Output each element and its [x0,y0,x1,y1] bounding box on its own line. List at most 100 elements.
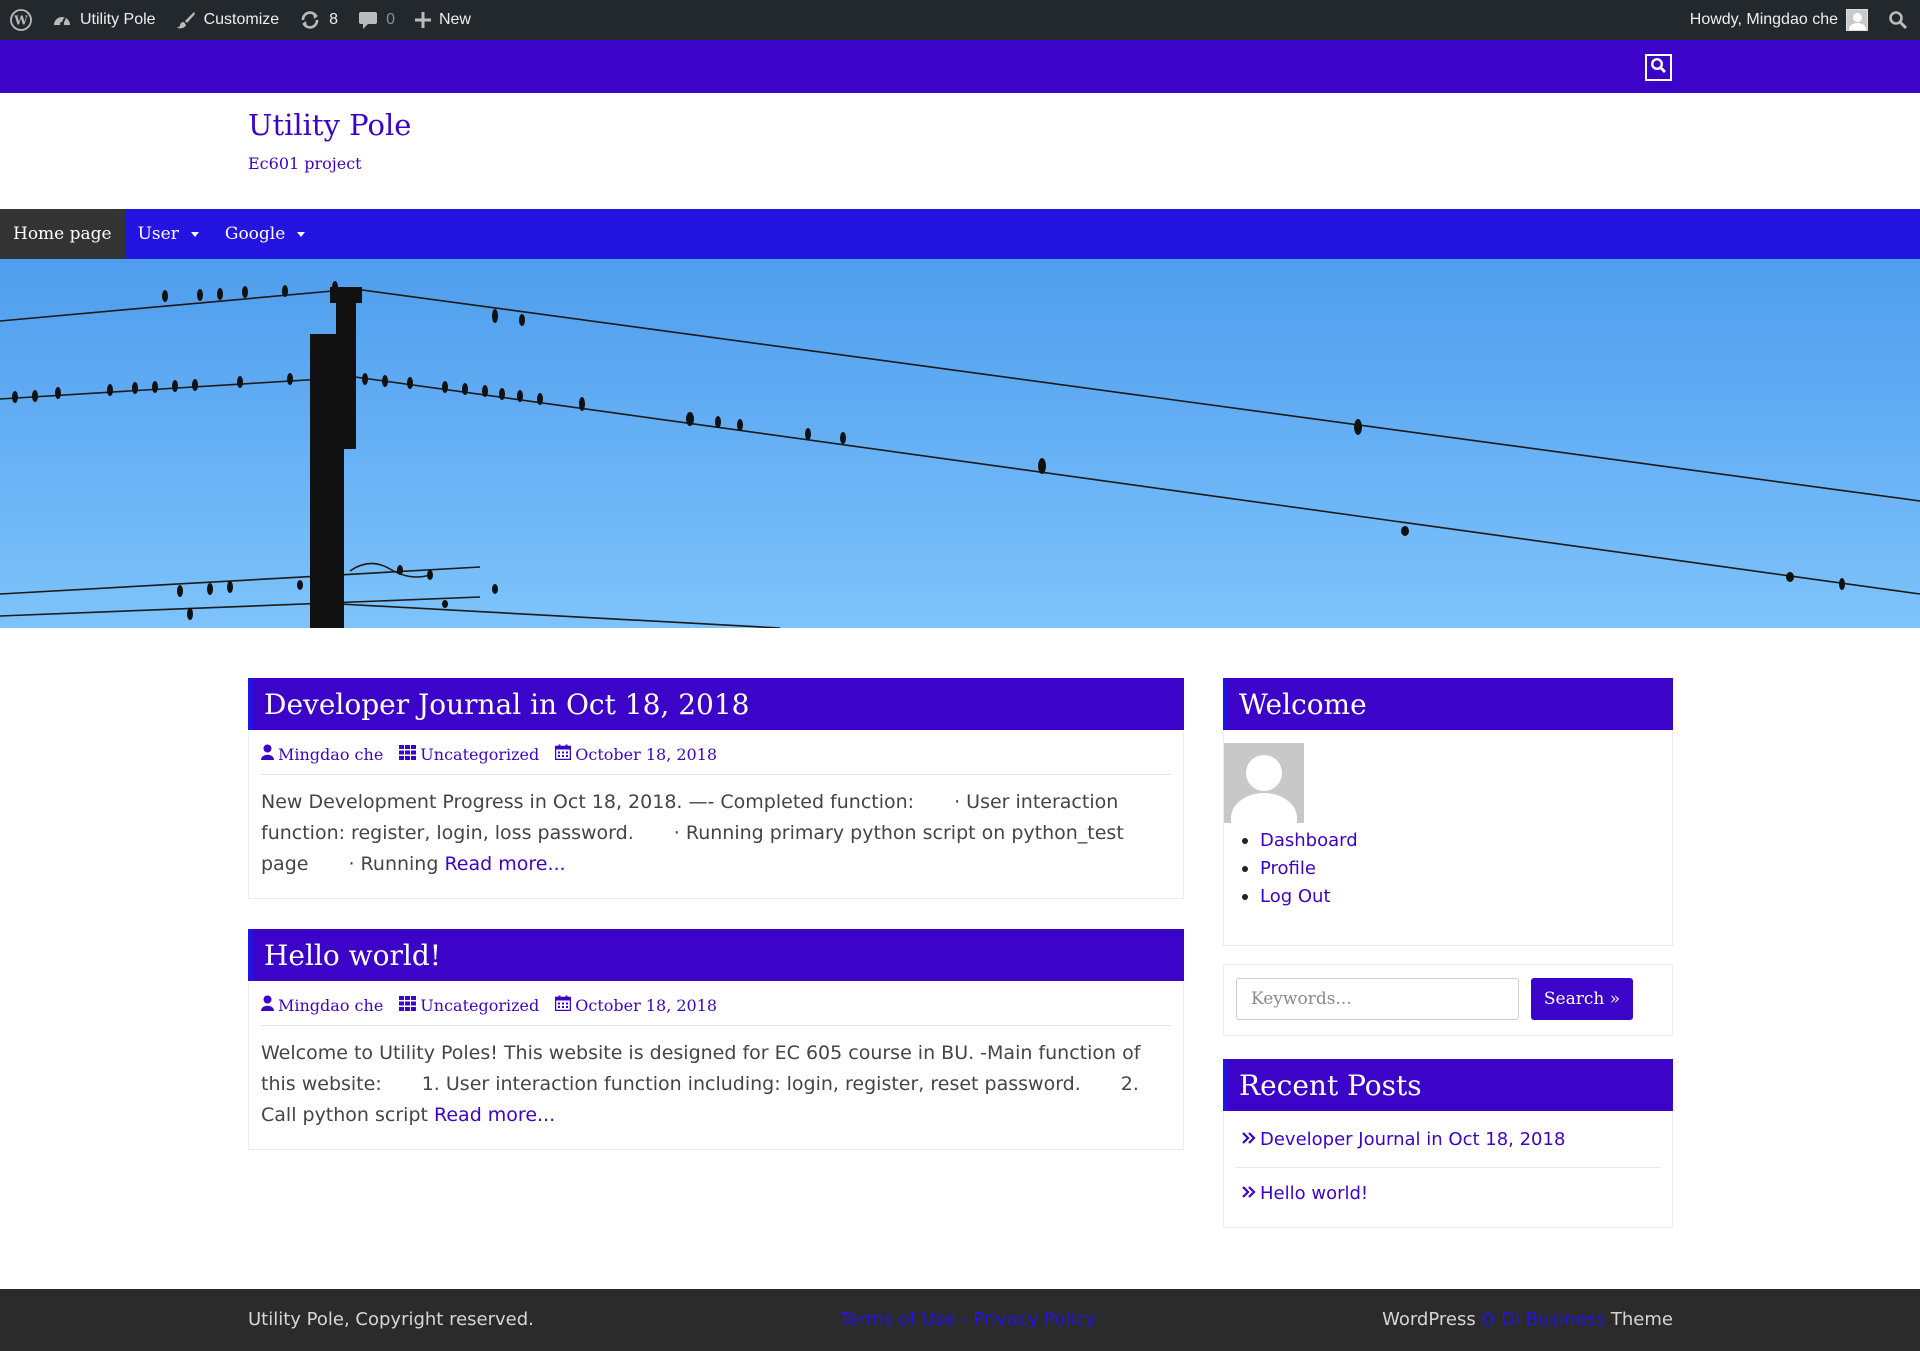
footer-wordpress-text: WordPress [1382,1309,1476,1330]
header-search-button[interactable] [1645,54,1672,81]
widget-title: Welcome [1223,678,1673,730]
search-icon [1650,57,1667,79]
new-content-menu[interactable]: New [405,0,481,40]
widget-title: Recent Posts [1223,1059,1673,1111]
dashboard-icon [52,11,72,29]
post-card: Developer Journal in Oct 18, 2018 Mingda… [248,678,1184,899]
brush-icon [176,10,196,30]
updates-icon [299,10,321,30]
site-name-menu[interactable]: Utility Pole [42,0,166,40]
plus-icon [414,12,431,28]
account-menu[interactable]: Howdy, Mingdao che [1680,0,1878,40]
post-date[interactable]: October 18, 2018 [555,995,717,1015]
theme-home-icon [1480,1309,1497,1330]
post-excerpt: New Development Progress in Oct 18, 2018… [261,787,1171,898]
post-category[interactable]: Uncategorized [399,744,540,764]
admin-bar: W Utility Pole Customize 8 0 New Howdy, … [0,0,1920,40]
howdy-text: Howdy, Mingdao che [1689,11,1838,28]
nav-item-label: Home page [13,224,112,244]
dashboard-link[interactable]: Dashboard [1242,827,1672,855]
logout-link[interactable]: Log Out [1242,883,1672,911]
caret-down-icon [190,231,199,237]
admin-search-button[interactable] [1878,0,1920,40]
excerpt-text: 2. [1120,1073,1139,1095]
caret-down-icon [297,231,306,237]
footer-terms-link[interactable]: Terms of Use - Privacy Policy [840,1309,1096,1330]
comments-link[interactable]: 0 [348,0,405,40]
post-date[interactable]: October 18, 2018 [555,744,717,764]
recent-posts-widget: Recent Posts Developer Journal in Oct 18… [1223,1059,1673,1228]
category-grid-icon [399,744,420,764]
category-grid-icon [399,995,420,1015]
excerpt-text: · Running primary python script on pytho… [673,822,1124,844]
post-author[interactable]: Mingdao che [261,995,383,1015]
site-name-label: Utility Pole [80,11,156,28]
post-meta: Mingdao che Uncategorized October 18, 20… [261,995,1171,1026]
footer-copyright: Utility Pole, Copyright reserved. [248,1309,534,1330]
profile-link[interactable]: Profile [1242,855,1672,883]
excerpt-text: Call python script [261,1104,428,1126]
excerpt-text: page [261,853,309,875]
read-more-link[interactable]: Read more... [444,853,565,875]
theme-link[interactable]: Di Business [1501,1309,1605,1330]
top-bar [0,40,1920,93]
main-navigation: Home page User Google [0,209,1920,259]
recent-post-title: Hello world! [1260,1183,1369,1204]
read-more-link[interactable]: Read more... [434,1104,555,1126]
comment-icon [358,11,378,30]
site-footer: Utility Pole, Copyright reserved. Terms … [0,1289,1920,1351]
category-name: Uncategorized [420,744,540,764]
comments-count: 0 [386,11,395,28]
user-icon [261,744,278,764]
nav-item-label: User [137,224,179,244]
nav-item-home[interactable]: Home page [0,209,125,259]
post-card: Hello world! Mingdao che Uncategorized O… [248,929,1184,1150]
new-label: New [438,11,471,28]
avatar [1224,743,1304,823]
nav-item-google[interactable]: Google [212,209,318,259]
excerpt-text: Welcome to Utility Poles! This website i… [261,1042,1141,1064]
post-title[interactable]: Hello world! [248,929,1184,981]
svg-text:W: W [13,14,28,28]
author-name: Mingdao che [278,995,384,1015]
excerpt-text: 1. User interaction function including: … [421,1073,1081,1095]
nav-item-user[interactable]: User [125,209,212,259]
post-title[interactable]: Developer Journal in Oct 18, 2018 [248,678,1184,730]
post-author[interactable]: Mingdao che [261,744,383,764]
recent-post-link[interactable]: Developer Journal in Oct 18, 2018 [1236,1111,1660,1167]
search-icon [1888,10,1908,30]
post-date-text: October 18, 2018 [575,744,718,764]
excerpt-text: this website: [261,1073,382,1095]
post-excerpt: Welcome to Utility Poles! This website i… [261,1038,1171,1149]
post-category[interactable]: Uncategorized [399,995,540,1015]
excerpt-text: New Development Progress in Oct 18, 2018… [261,791,915,813]
excerpt-text: · User interaction [954,791,1119,813]
welcome-links: Dashboard Profile Log Out [1242,827,1672,945]
customize-label: Customize [203,11,280,28]
double-chevron-right-icon [1242,1129,1260,1150]
search-button[interactable]: Search » [1531,978,1633,1020]
excerpt-text: function: register, login, loss password… [261,822,634,844]
footer-credit: WordPress Di Business Theme [1382,1309,1673,1330]
recent-post-link[interactable]: Hello world! [1236,1167,1660,1219]
nav-item-label: Google [224,224,286,244]
search-widget: Search » [1223,964,1673,1036]
calendar-icon [555,744,575,764]
wordpress-logo-button[interactable]: W [0,0,42,40]
calendar-icon [555,995,575,1015]
author-name: Mingdao che [278,744,384,764]
wordpress-logo-icon: W [10,9,32,31]
post-date-text: October 18, 2018 [575,995,718,1015]
category-name: Uncategorized [420,995,540,1015]
site-description: Ec601 project [248,154,362,173]
updates-link[interactable]: 8 [289,0,348,40]
updates-count: 8 [329,11,339,28]
site-title[interactable]: Utility Pole [248,108,411,142]
user-icon [261,995,278,1015]
search-input[interactable] [1236,978,1519,1020]
recent-post-title: Developer Journal in Oct 18, 2018 [1260,1128,1566,1150]
double-chevron-right-icon [1242,1183,1260,1204]
excerpt-text: · Running [348,853,439,875]
post-meta: Mingdao che Uncategorized October 18, 20… [261,744,1171,775]
customize-link[interactable]: Customize [166,0,290,40]
